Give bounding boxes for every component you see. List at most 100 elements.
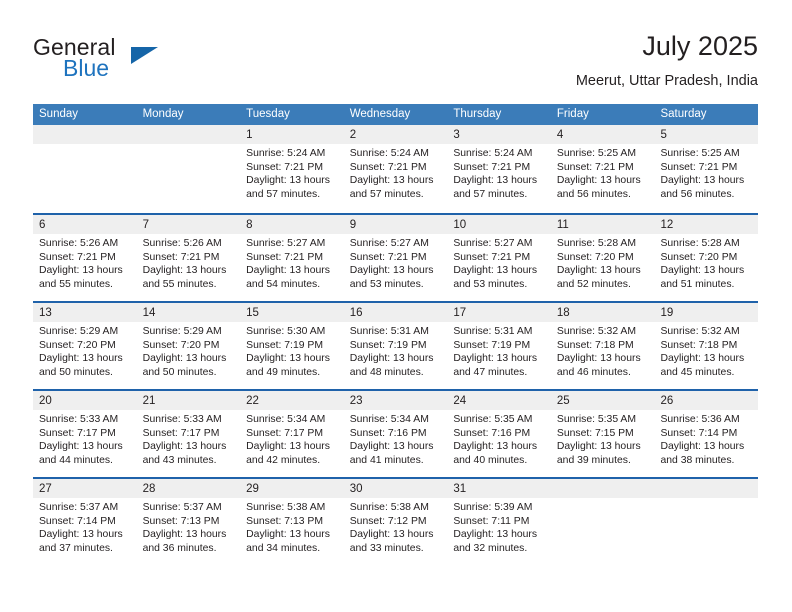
day-number: 9	[349, 219, 357, 231]
calendar-day-cell[interactable]: 3 Sunrise: 5:24 AM Sunset: 7:21 PM Daylight…	[447, 125, 551, 213]
calendar-day-cell[interactable]: 2 Sunrise: 5:24 AM Sunset: 7:21 PM Daylight…	[343, 125, 448, 213]
daylight-text: Daylight: 13 hours and 56 minutes.	[660, 175, 745, 200]
day-number: 17	[453, 307, 467, 319]
calendar-day-cell[interactable]: 8 Sunrise: 5:27 AM Sunset: 7:21 PM Daylight…	[240, 215, 344, 301]
daylight-text: Daylight: 13 hours and 41 minutes.	[349, 441, 434, 466]
daylight-text: Daylight: 13 hours and 50 minutes.	[142, 353, 227, 378]
calendar-day-cell[interactable]: 10 Sunrise: 5:27 AM Sunset: 7:21 PM Dayligh…	[447, 215, 551, 301]
day-details: Sunrise: 5:27 AM Sunset: 7:21 PM Daylight:…	[447, 234, 551, 291]
day-number-band: 5	[654, 125, 759, 144]
calendar-day-cell[interactable]: 9 Sunrise: 5:27 AM Sunset: 7:21 PM Daylight…	[343, 215, 448, 301]
calendar-week-row: 13 Sunrise: 5:29 AM Sunset: 7:20 PM Dayligh…	[33, 301, 759, 389]
calendar-day-cell[interactable]: 4 Sunrise: 5:25 AM Sunset: 7:21 PM Daylight…	[550, 125, 655, 213]
calendar-day-cell[interactable]: 6 Sunrise: 5:26 AM Sunset: 7:21 PM Daylight…	[33, 215, 137, 301]
sunset-text: Sunset: 7:14 PM	[660, 427, 738, 439]
calendar-day-cell[interactable]: 21 Sunrise: 5:33 AM Sunset: 7:17 PM Dayligh…	[136, 391, 241, 477]
day-details: Sunrise: 5:28 AM Sunset: 7:20 PM Daylight:…	[551, 234, 655, 291]
daylight-text: Daylight: 13 hours and 54 minutes.	[246, 265, 330, 290]
calendar-week-row: 6 Sunrise: 5:26 AM Sunset: 7:21 PM Daylight…	[33, 213, 759, 301]
calendar-day-cell[interactable]: 7 Sunrise: 5:26 AM Sunset: 7:21 PM Daylight…	[136, 215, 241, 301]
day-details: Sunrise: 5:30 AM Sunset: 7:19 PM Daylight:…	[240, 322, 344, 379]
day-number: 3	[453, 129, 460, 141]
calendar-day-cell[interactable]: 19 Sunrise: 5:32 AM Sunset: 7:18 PM Dayligh…	[654, 303, 759, 389]
day-number: 14	[142, 307, 156, 319]
calendar-day-cell[interactable]: 28 Sunrise: 5:37 AM Sunset: 7:13 PM Dayligh…	[136, 479, 241, 565]
day-number-band: 31	[447, 479, 551, 498]
sunrise-text: Sunrise: 5:25 AM	[660, 148, 740, 159]
calendar-week-row: 27 Sunrise: 5:37 AM Sunset: 7:14 PM Dayligh…	[33, 477, 759, 565]
calendar-day-cell[interactable]: 31 Sunrise: 5:39 AM Sunset: 7:11 PM Dayligh…	[447, 479, 551, 565]
day-details: Sunrise: 5:36 AM Sunset: 7:14 PM Daylight:…	[654, 410, 758, 467]
daylight-text: Daylight: 13 hours and 55 minutes.	[39, 265, 123, 290]
page-header: General Blue July 2025 Meerut, Uttar Pra…	[33, 30, 758, 96]
calendar-day-cell[interactable]: 12 Sunrise: 5:28 AM Sunset: 7:20 PM Dayligh…	[654, 215, 759, 301]
day-number-band	[136, 125, 241, 144]
calendar-day-cell[interactable]: 1 Sunrise: 5:24 AM Sunset: 7:21 PM Daylight…	[240, 125, 344, 213]
weekday-header-saturday: Saturday	[660, 108, 707, 120]
day-number: 4	[556, 129, 564, 141]
sunrise-text: Sunrise: 5:33 AM	[39, 414, 119, 425]
brand-logo[interactable]: General Blue	[33, 34, 173, 90]
daylight-text: Daylight: 13 hours and 52 minutes.	[556, 265, 641, 290]
sunrise-text: Sunrise: 5:27 AM	[349, 238, 429, 249]
day-number-band: 24	[447, 391, 551, 410]
calendar-day-cell[interactable]: 16 Sunrise: 5:31 AM Sunset: 7:19 PM Dayligh…	[343, 303, 448, 389]
day-number: 20	[39, 395, 52, 407]
daylight-text: Daylight: 13 hours and 47 minutes.	[453, 353, 538, 378]
day-number-band: 27	[33, 479, 137, 498]
day-details: Sunrise: 5:34 AM Sunset: 7:16 PM Daylight:…	[344, 410, 448, 467]
page-title: July 2025	[642, 31, 758, 61]
sunrise-text: Sunrise: 5:29 AM	[39, 326, 119, 337]
day-number: 12	[660, 219, 674, 231]
day-number: 21	[142, 395, 156, 407]
day-number-band: 7	[136, 215, 241, 234]
daylight-text: Daylight: 13 hours and 53 minutes.	[453, 265, 538, 290]
calendar-day-cell[interactable]: 13 Sunrise: 5:29 AM Sunset: 7:20 PM Dayligh…	[33, 303, 137, 389]
calendar-day-cell[interactable]: 24 Sunrise: 5:35 AM Sunset: 7:16 PM Dayligh…	[447, 391, 551, 477]
calendar-day-cell[interactable]: 14 Sunrise: 5:29 AM Sunset: 7:20 PM Dayligh…	[136, 303, 241, 389]
day-number-band: 1	[240, 125, 344, 144]
day-number: 5	[660, 129, 667, 141]
day-number: 6	[39, 219, 46, 231]
day-number: 31	[453, 483, 467, 495]
page-subtitle: Meerut, Uttar Pradesh, India	[575, 73, 758, 89]
day-details: Sunrise: 5:28 AM Sunset: 7:20 PM Daylight:…	[654, 234, 758, 291]
daylight-text: Daylight: 13 hours and 56 minutes.	[556, 175, 641, 200]
day-details: Sunrise: 5:34 AM Sunset: 7:17 PM Daylight:…	[240, 410, 344, 467]
day-number: 15	[246, 307, 259, 319]
sunrise-text: Sunrise: 5:26 AM	[39, 238, 119, 249]
daylight-text: Daylight: 13 hours and 37 minutes.	[39, 529, 123, 554]
calendar-day-cell[interactable]: 18 Sunrise: 5:32 AM Sunset: 7:18 PM Dayligh…	[550, 303, 655, 389]
daylight-text: Daylight: 13 hours and 48 minutes.	[349, 353, 434, 378]
calendar-day-cell[interactable]: 29 Sunrise: 5:38 AM Sunset: 7:13 PM Dayligh…	[240, 479, 344, 565]
calendar-day-cell[interactable]: 30 Sunrise: 5:38 AM Sunset: 7:12 PM Dayligh…	[343, 479, 448, 565]
sunrise-text: Sunrise: 5:38 AM	[349, 502, 429, 513]
calendar-day-cell[interactable]: 20 Sunrise: 5:33 AM Sunset: 7:17 PM Dayligh…	[33, 391, 137, 477]
day-number-band: 9	[343, 215, 448, 234]
sunset-text: Sunset: 7:21 PM	[556, 161, 634, 173]
calendar-day-cell[interactable]: 22 Sunrise: 5:34 AM Sunset: 7:17 PM Dayligh…	[240, 391, 344, 477]
sunset-text: Sunset: 7:19 PM	[246, 339, 323, 351]
calendar-day-cell[interactable]: 11 Sunrise: 5:28 AM Sunset: 7:20 PM Dayligh…	[550, 215, 655, 301]
daylight-text: Daylight: 13 hours and 53 minutes.	[349, 265, 434, 290]
calendar-day-cell[interactable]: 5 Sunrise: 5:25 AM Sunset: 7:21 PM Daylight…	[654, 125, 759, 213]
sunrise-text: Sunrise: 5:24 AM	[349, 148, 429, 159]
calendar-day-cell[interactable]: 25 Sunrise: 5:35 AM Sunset: 7:15 PM Dayligh…	[550, 391, 655, 477]
day-number-band: 10	[447, 215, 551, 234]
calendar-day-cell[interactable]: 27 Sunrise: 5:37 AM Sunset: 7:14 PM Dayligh…	[33, 479, 137, 565]
calendar-day-cell[interactable]: 26 Sunrise: 5:36 AM Sunset: 7:14 PM Dayligh…	[654, 391, 759, 477]
day-details: Sunrise: 5:32 AM Sunset: 7:18 PM Daylight:…	[654, 322, 758, 379]
sunset-text: Sunset: 7:19 PM	[453, 339, 531, 351]
sunrise-text: Sunrise: 5:28 AM	[660, 238, 740, 249]
sunrise-text: Sunrise: 5:37 AM	[39, 502, 119, 513]
sunset-text: Sunset: 7:20 PM	[142, 339, 220, 351]
day-details: Sunrise: 5:35 AM Sunset: 7:16 PM Daylight:…	[447, 410, 551, 467]
calendar-day-cell[interactable]: 17 Sunrise: 5:31 AM Sunset: 7:19 PM Dayligh…	[447, 303, 551, 389]
day-number-band: 29	[240, 479, 344, 498]
daylight-text: Daylight: 13 hours and 39 minutes.	[556, 441, 641, 466]
sunset-text: Sunset: 7:16 PM	[349, 427, 427, 439]
day-number-band: 26	[654, 391, 759, 410]
calendar-day-cell[interactable]: 23 Sunrise: 5:34 AM Sunset: 7:16 PM Dayligh…	[343, 391, 448, 477]
calendar-day-cell[interactable]: 15 Sunrise: 5:30 AM Sunset: 7:19 PM Dayligh…	[240, 303, 344, 389]
day-number-band: 8	[240, 215, 344, 234]
